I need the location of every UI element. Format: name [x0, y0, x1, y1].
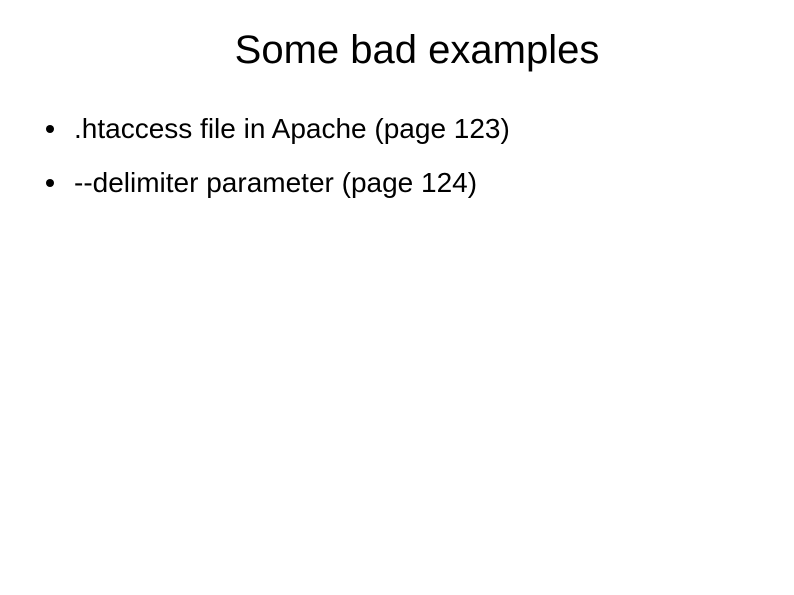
list-item: .htaccess file in Apache (page 123): [46, 111, 754, 147]
bullet-icon: [46, 125, 54, 133]
bullet-text: --delimiter parameter (page 124): [74, 165, 477, 201]
bullet-text: .htaccess file in Apache (page 123): [74, 111, 510, 147]
bullet-list: .htaccess file in Apache (page 123) --de…: [40, 111, 754, 202]
slide-container: Some bad examples .htaccess file in Apac…: [0, 0, 794, 595]
list-item: --delimiter parameter (page 124): [46, 165, 754, 201]
slide-title: Some bad examples: [80, 28, 754, 73]
bullet-icon: [46, 179, 54, 187]
